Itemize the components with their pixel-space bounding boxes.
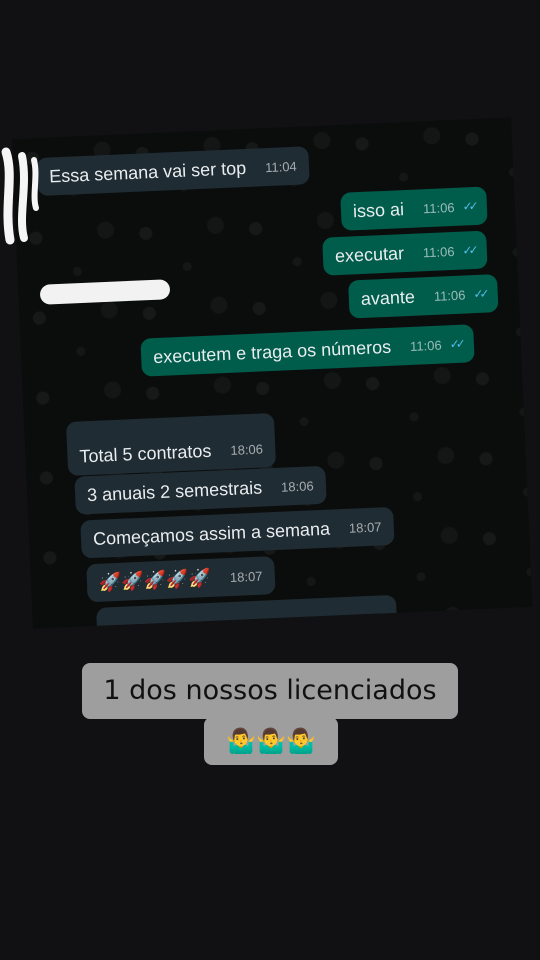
message-text: 🚀🚀🚀🚀🚀 xyxy=(98,567,212,593)
message-time: 11:04 xyxy=(264,158,298,175)
message-time: 11:06 xyxy=(422,199,455,216)
message-time: 11:06 xyxy=(422,243,455,261)
story-canvas: Essa semana vai ser top 11:04 isso ai 11… xyxy=(0,0,540,960)
message-text: Total 5 contratos xyxy=(79,440,212,467)
read-ticks-icon: ✓✓ xyxy=(462,199,475,214)
message-bubble: avante 11:06 ✓✓ xyxy=(348,274,499,319)
message-time: 18:07 xyxy=(348,519,382,536)
message-text: Essa semana vai ser top xyxy=(48,157,247,187)
message-text: isso ai xyxy=(352,198,405,222)
message-time: 18:06 xyxy=(230,441,264,458)
message-bubble: isso ai 11:06 ✓✓ xyxy=(340,186,488,231)
message-text: Começamos assim a semana xyxy=(92,518,331,549)
message-time: 18:07 xyxy=(229,568,263,585)
read-ticks-icon: ✓✓ xyxy=(462,243,475,258)
chat-screenshot: Essa semana vai ser top 11:04 isso ai 11… xyxy=(11,117,533,629)
read-ticks-icon: ✓✓ xyxy=(449,336,463,352)
shrug-emoji-caption: 🤷‍♂️🤷‍♂️🤷‍♂️ xyxy=(204,717,338,765)
message-text: executar xyxy=(334,242,405,266)
message-bubble: Total 5 contratos 18:06 xyxy=(65,412,276,476)
message-text: avante xyxy=(360,286,416,309)
message-time: 18:06 xyxy=(280,478,314,495)
message-time: 11:06 xyxy=(433,287,466,304)
message-bubble: executar 11:06 ✓✓ xyxy=(322,230,488,276)
story-caption: 1 dos nossos licenciados hoje. xyxy=(82,663,458,762)
message-text: executem e traga os números xyxy=(152,336,392,367)
redaction-scribble xyxy=(1,147,39,245)
message-text: 3 anuais 2 semestrais xyxy=(86,477,263,505)
read-ticks-icon: ✓✓ xyxy=(473,286,486,302)
message-time: 11:06 xyxy=(409,337,442,354)
